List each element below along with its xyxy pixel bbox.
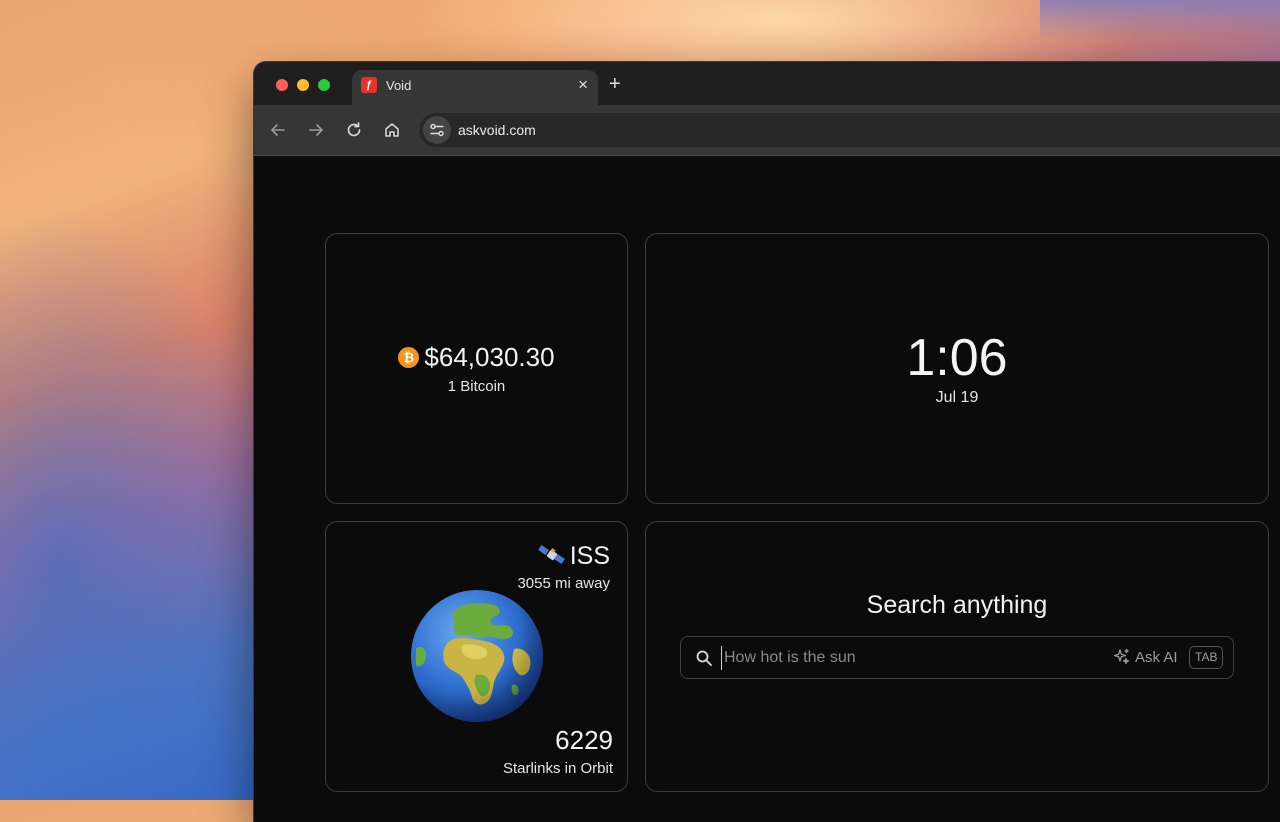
url-text: askvoid.com — [458, 122, 536, 138]
arrow-left-icon — [271, 124, 285, 136]
bitcoin-price: $64,030.30 — [424, 342, 555, 372]
sparkle-icon — [1113, 648, 1130, 665]
browser-toolbar: askvoid.com — [254, 105, 1280, 156]
tab-void[interactable]: ƒ Void × — [352, 70, 598, 105]
home-icon — [385, 123, 399, 137]
reload-button[interactable] — [344, 120, 364, 140]
home-button[interactable] — [382, 120, 402, 140]
bitcoin-price-row: ₿ $64,030.30 — [326, 342, 627, 373]
minimize-window-button[interactable] — [297, 79, 309, 91]
tab-close-button[interactable]: × — [578, 75, 588, 95]
clock-widget: 1:06 Jul 19 — [645, 233, 1269, 504]
tab-title: Void — [386, 78, 412, 93]
void-logo-icon: ƒ — [361, 77, 377, 93]
bitcoin-widget[interactable]: ₿ $64,030.30 1 Bitcoin — [325, 233, 628, 504]
satellite-icon — [537, 544, 565, 565]
search-box[interactable]: Ask AI TAB — [680, 636, 1234, 679]
search-icon — [696, 650, 712, 666]
arrow-right-icon — [309, 124, 323, 136]
tab-key-hint: TAB — [1189, 646, 1224, 669]
iss-widget[interactable]: ISS 3055 mi away 6229 Starlinks in Orbit — [325, 521, 628, 792]
clock-time: 1:06 — [906, 329, 1008, 387]
iss-title-row: ISS — [537, 542, 610, 571]
close-window-button[interactable] — [276, 79, 288, 91]
page-content: ₿ $64,030.30 1 Bitcoin 1:06 Jul 19 ISS 30… — [254, 156, 1280, 822]
clock-date: Jul 19 — [935, 389, 979, 406]
ask-ai-button[interactable]: Ask AI — [1113, 648, 1178, 666]
forward-button[interactable] — [306, 120, 326, 140]
bitcoin-icon: ₿ — [398, 347, 420, 368]
new-tab-button[interactable]: + — [609, 72, 621, 96]
bitcoin-label: 1 Bitcoin — [447, 378, 506, 395]
wallpaper-corner — [1040, 0, 1280, 40]
search-input[interactable] — [721, 646, 1104, 670]
address-bar[interactable]: askvoid.com — [419, 113, 1280, 147]
starlink-count: 6229 — [555, 725, 613, 755]
iss-title: ISS — [569, 542, 610, 570]
browser-window: ƒ Void × + askvoid.com ₿ $64,030.30 1 Bi… — [254, 62, 1280, 822]
search-title: Search anything — [866, 591, 1048, 619]
starlink-label: Starlinks in Orbit — [502, 760, 613, 777]
zoom-window-button[interactable] — [318, 79, 330, 91]
tab-bar: ƒ Void × + — [254, 62, 1280, 105]
site-settings-button[interactable] — [423, 116, 451, 144]
ask-ai-label: Ask AI — [1135, 649, 1178, 666]
earth-globe-icon — [411, 590, 543, 722]
reload-icon — [347, 122, 361, 137]
search-widget: Search anything Ask AI TAB — [645, 521, 1269, 792]
tune-icon — [430, 123, 444, 137]
back-button[interactable] — [268, 120, 288, 140]
